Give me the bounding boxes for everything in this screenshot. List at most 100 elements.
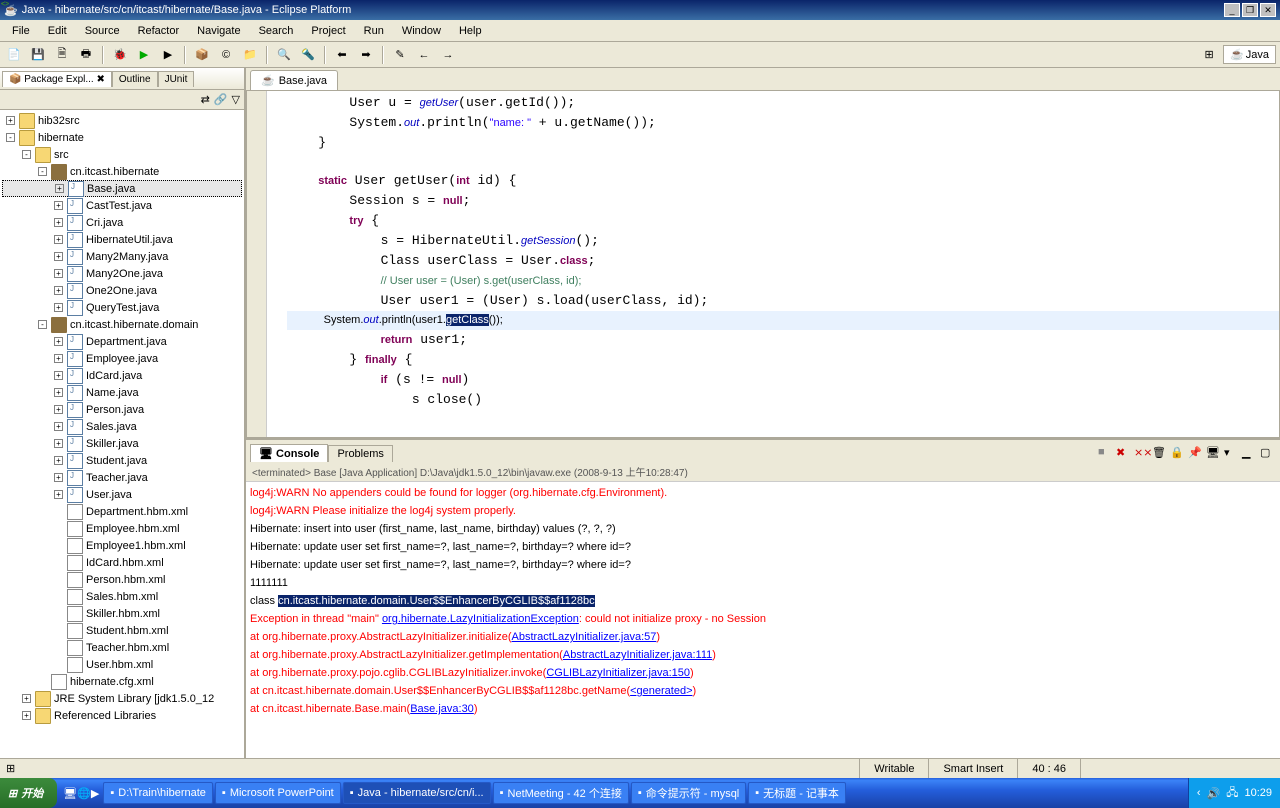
quick-launch-desktop[interactable]: 🖥	[63, 787, 77, 800]
expand-toggle[interactable]: +	[54, 473, 63, 482]
tree-item-Skiller-java[interactable]: +Skiller.java	[2, 435, 242, 452]
tree-item-Sales-hbm-xml[interactable]: Sales.hbm.xml	[2, 588, 242, 605]
save-all-button[interactable]: 🗎	[52, 45, 72, 65]
tree-item-Referenced Libraries[interactable]: +Referenced Libraries	[2, 707, 242, 724]
run-ext-button[interactable]: ▶	[158, 45, 178, 65]
display-console-button[interactable]: 🖥	[1206, 446, 1222, 462]
pin-console-button[interactable]: 📌	[1188, 446, 1204, 462]
editor-tab-base[interactable]: ☕ Base.java	[250, 70, 338, 90]
menu-source[interactable]: Source	[77, 23, 128, 39]
expand-toggle[interactable]: +	[54, 235, 63, 244]
tree-item-QueryTest-java[interactable]: +QueryTest.java	[2, 299, 242, 316]
expand-toggle[interactable]: +	[54, 269, 63, 278]
problems-tab[interactable]: Problems	[328, 445, 392, 462]
taskbar-item-4[interactable]: ▪命令提示符 - mysql	[631, 782, 746, 804]
quick-launch-ie[interactable]: 🌐	[77, 787, 91, 800]
tray-volume-icon[interactable]: 🔊	[1207, 787, 1221, 800]
annotation-next-button[interactable]: ➡	[356, 45, 376, 65]
menu-file[interactable]: File	[4, 23, 38, 39]
expand-toggle[interactable]: +	[54, 388, 63, 397]
print-button[interactable]: 🖶	[76, 45, 96, 65]
taskbar-item-1[interactable]: ▪Microsoft PowerPoint	[215, 782, 341, 804]
save-button[interactable]: 💾	[28, 45, 48, 65]
sidebar-tab-2[interactable]: JUnit	[158, 71, 195, 87]
remove-launch-button[interactable]: ✖	[1116, 446, 1132, 462]
tree-item-hibernate[interactable]: -hibernate	[2, 129, 242, 146]
debug-button[interactable]: 🐞	[110, 45, 130, 65]
expand-toggle[interactable]: -	[22, 150, 31, 159]
menu-help[interactable]: Help	[451, 23, 490, 39]
search-button[interactable]: 🔦	[298, 45, 318, 65]
terminate-button[interactable]: ■	[1098, 446, 1114, 462]
taskbar-item-0[interactable]: ▪D:\Train\hibernate	[103, 782, 213, 804]
scroll-lock-button[interactable]: 🔒	[1170, 446, 1186, 462]
maximize-button[interactable]: ❐	[1242, 3, 1258, 17]
tray-clock[interactable]: 10:29	[1244, 787, 1272, 799]
menu-window[interactable]: Window	[394, 23, 449, 39]
fast-view-button[interactable]: ⊞	[0, 762, 21, 775]
new-class-button[interactable]: ©	[216, 45, 236, 65]
expand-toggle[interactable]: -	[38, 320, 47, 329]
tree-item-Department-hbm-xml[interactable]: Department.hbm.xml	[2, 503, 242, 520]
tree-item-hib32src[interactable]: +hib32src	[2, 112, 242, 129]
last-edit-button[interactable]: ✎	[390, 45, 410, 65]
expand-toggle[interactable]: +	[54, 354, 63, 363]
annotation-prev-button[interactable]: ⬅	[332, 45, 352, 65]
taskbar-item-3[interactable]: ▪NetMeeting - 42 个连接	[493, 782, 629, 804]
clear-console-button[interactable]: 🗑	[1152, 446, 1168, 462]
expand-toggle[interactable]: +	[54, 201, 63, 210]
expand-toggle[interactable]: +	[6, 116, 15, 125]
tree-item-Department-java[interactable]: +Department.java	[2, 333, 242, 350]
expand-toggle[interactable]: +	[54, 439, 63, 448]
menu-refactor[interactable]: Refactor	[130, 23, 188, 39]
expand-toggle[interactable]: +	[22, 694, 31, 703]
new-folder-button[interactable]: 📁	[240, 45, 260, 65]
maximize-view-button[interactable]: ▢	[1260, 446, 1276, 462]
tree-item-CastTest-java[interactable]: +CastTest.java	[2, 197, 242, 214]
tree-item-Base-java[interactable]: +Base.java	[2, 180, 242, 197]
menu-navigate[interactable]: Navigate	[189, 23, 248, 39]
taskbar-item-2[interactable]: ▪Java - hibernate/src/cn/i...	[343, 782, 491, 804]
tree-item-Student-java[interactable]: +Student.java	[2, 452, 242, 469]
back-button[interactable]: ←	[414, 45, 434, 65]
tree-item-hibernate-cfg-xml[interactable]: hibernate.cfg.xml	[2, 673, 242, 690]
run-button[interactable]: ▶	[134, 45, 154, 65]
tree-item-Employee-hbm-xml[interactable]: Employee.hbm.xml	[2, 520, 242, 537]
expand-toggle[interactable]: +	[54, 456, 63, 465]
tree-item-Student-hbm-xml[interactable]: Student.hbm.xml	[2, 622, 242, 639]
console-output[interactable]: log4j:WARN No appenders could be found f…	[246, 482, 1280, 758]
code-editor[interactable]: User u = getUser(user.getId()); System.o…	[246, 90, 1280, 438]
tree-item-One2One-java[interactable]: +One2One.java	[2, 282, 242, 299]
tree-item-JRE System Library [jdk1-5-0_12[interactable]: +JRE System Library [jdk1.5.0_12	[2, 690, 242, 707]
tree-item-User-java[interactable]: +User.java	[2, 486, 242, 503]
start-button[interactable]: ⊞ 开始	[0, 778, 57, 808]
expand-toggle[interactable]: +	[54, 490, 63, 499]
tree-item-cn-itcast-hibernate[interactable]: -cn.itcast.hibernate	[2, 163, 242, 180]
tree-item-HibernateUtil-java[interactable]: +HibernateUtil.java	[2, 231, 242, 248]
java-perspective[interactable]: ☕ Java	[1223, 45, 1276, 64]
minimize-button[interactable]: _	[1224, 3, 1240, 17]
package-tree[interactable]: +hib32src-hibernate-src-cn.itcast.hibern…	[0, 110, 244, 758]
expand-toggle[interactable]: +	[54, 422, 63, 431]
tree-item-Teacher-java[interactable]: +Teacher.java	[2, 469, 242, 486]
open-perspective-button[interactable]: ⊞	[1199, 45, 1219, 65]
expand-toggle[interactable]: +	[54, 252, 63, 261]
new-package-button[interactable]: 📦	[192, 45, 212, 65]
tree-item-Person-hbm-xml[interactable]: Person.hbm.xml	[2, 571, 242, 588]
link-editor-button[interactable]: 🔗	[214, 93, 228, 106]
tree-item-Skiller-hbm-xml[interactable]: Skiller.hbm.xml	[2, 605, 242, 622]
tree-item-Sales-java[interactable]: +Sales.java	[2, 418, 242, 435]
expand-toggle[interactable]: +	[55, 184, 64, 193]
open-type-button[interactable]: 🔍	[274, 45, 294, 65]
expand-toggle[interactable]: +	[54, 286, 63, 295]
view-menu-button[interactable]: ▽	[232, 93, 240, 106]
tree-item-Many2One-java[interactable]: +Many2One.java	[2, 265, 242, 282]
expand-toggle[interactable]: +	[54, 337, 63, 346]
expand-toggle[interactable]: +	[54, 303, 63, 312]
expand-toggle[interactable]: +	[54, 218, 63, 227]
open-console-button[interactable]: ▾	[1224, 446, 1240, 462]
tree-item-Employee1-hbm-xml[interactable]: Employee1.hbm.xml	[2, 537, 242, 554]
quick-launch-media[interactable]: ▶	[91, 787, 99, 800]
sidebar-tab-1[interactable]: Outline	[112, 71, 158, 87]
tree-item-Teacher-hbm-xml[interactable]: Teacher.hbm.xml	[2, 639, 242, 656]
